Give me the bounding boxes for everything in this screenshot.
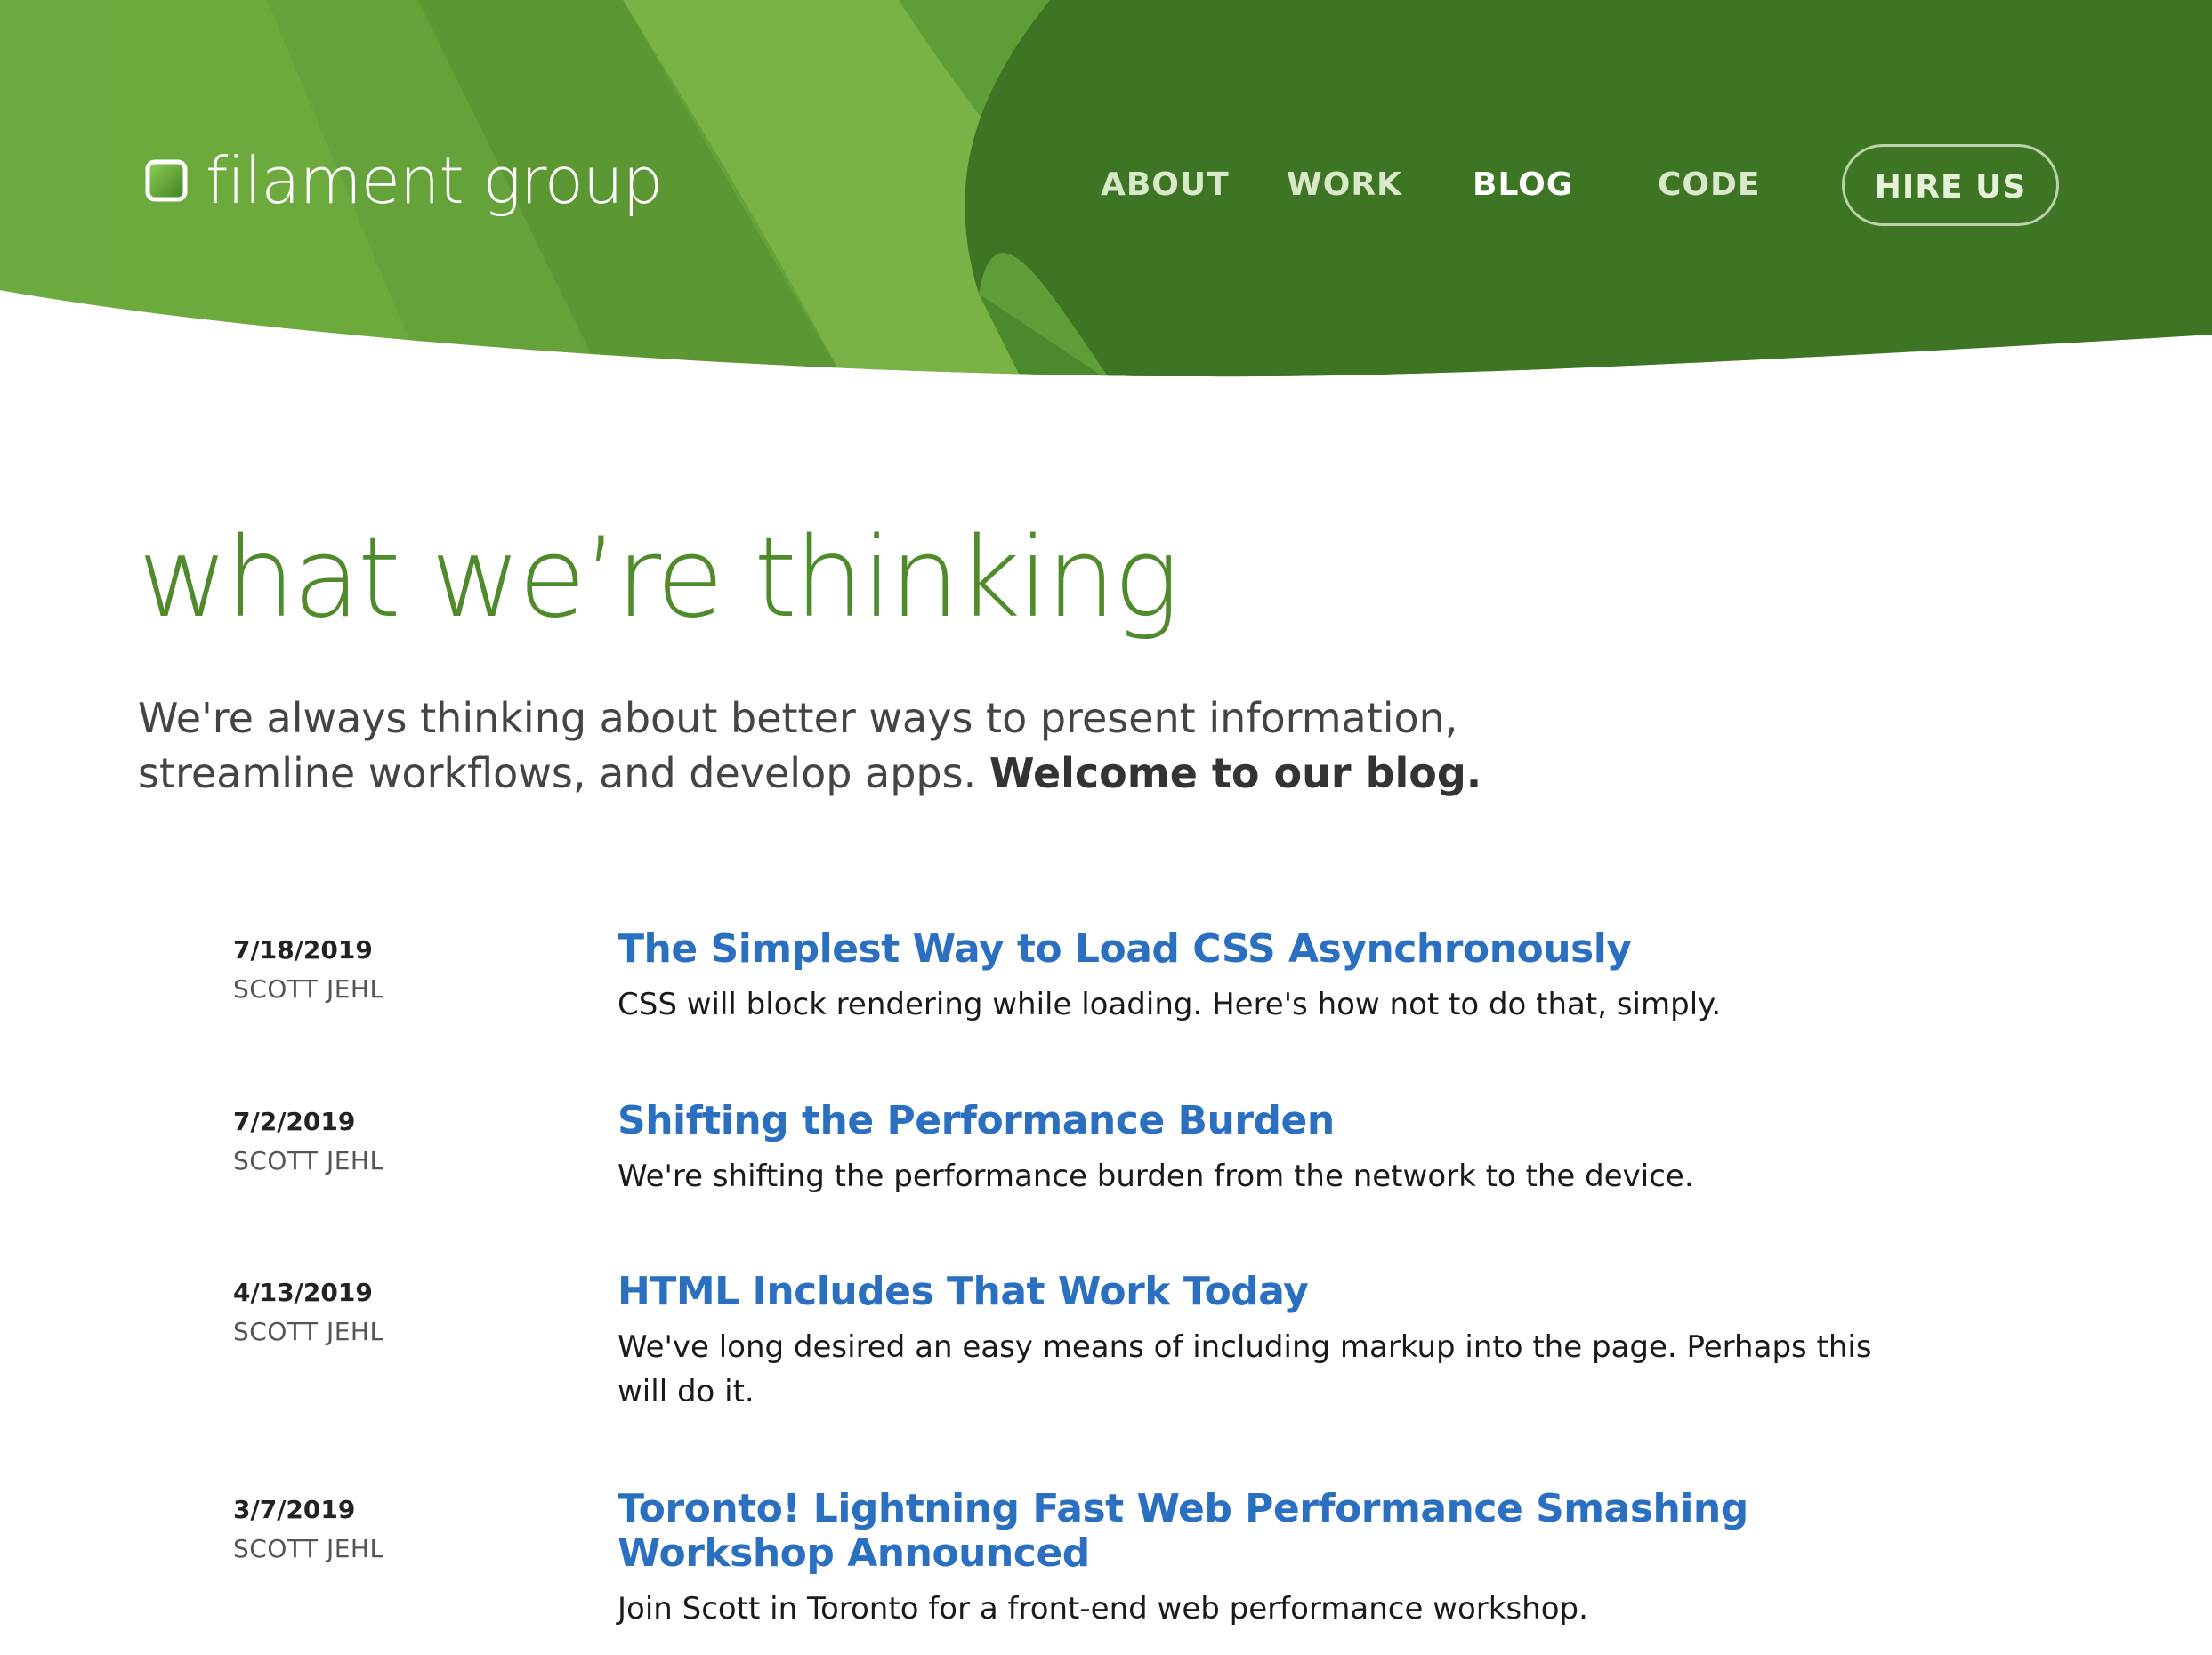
nav-item-code[interactable]: CODE	[1658, 144, 1761, 226]
hire-us-button[interactable]: HIRE US	[1842, 144, 2059, 226]
post-date: 4/13/2019	[233, 1278, 373, 1307]
intro-paragraph: We're always thinking about better ways …	[138, 690, 1651, 801]
post-meta: 4/13/2019 SCOTT JEHL	[233, 1275, 589, 1353]
post-author: SCOTT JEHL	[233, 974, 384, 1004]
nav-item-about[interactable]: ABOUT	[1101, 144, 1230, 226]
post-excerpt: CSS will block rendering while loading. …	[618, 987, 1722, 1022]
nav-item-work[interactable]: WORK	[1287, 144, 1402, 226]
post-excerpt: We're shifting the performance burden fr…	[618, 1158, 1694, 1194]
nav-item-blog[interactable]: BLOG	[1473, 144, 1573, 226]
post-date: 7/18/2019	[233, 935, 373, 965]
post-date: 3/7/2019	[233, 1495, 356, 1524]
post-author: SCOTT JEHL	[233, 1534, 384, 1563]
post-title-link[interactable]: HTML Includes That Work Today	[618, 1270, 1899, 1314]
post-body: The Simplest Way to Load CSS Asynchronou…	[618, 927, 1899, 1027]
page-title: what we’re thinking	[138, 514, 1180, 642]
post-author: SCOTT JEHL	[233, 1317, 384, 1346]
site-header: filament group ABOUT WORK BLOG CODE HIRE…	[0, 0, 2212, 383]
logo-icon	[145, 159, 188, 202]
post-excerpt: We've long desired an easy means of incl…	[618, 1329, 1872, 1409]
post-meta: 7/18/2019 SCOTT JEHL	[233, 932, 589, 1011]
post-body: HTML Includes That Work Today We've long…	[618, 1270, 1899, 1414]
logo-link[interactable]: filament group	[145, 142, 663, 219]
post-meta: 3/7/2019 SCOTT JEHL	[233, 1492, 589, 1570]
post-body: Toronto! Lightning Fast Web Performance …	[618, 1487, 1899, 1631]
post-title-link[interactable]: Shifting the Performance Burden	[618, 1099, 1899, 1143]
post-date: 7/2/2019	[233, 1107, 356, 1136]
post-author: SCOTT JEHL	[233, 1146, 384, 1175]
post-meta: 7/2/2019 SCOTT JEHL	[233, 1104, 589, 1183]
intro-bold-text: Welcome to our blog.	[989, 749, 1482, 797]
post-body: Shifting the Performance Burden We're sh…	[618, 1099, 1899, 1199]
post-excerpt: Join Scott in Toronto for a front-end we…	[618, 1591, 1588, 1627]
logo-text: filament group	[206, 143, 663, 218]
post-title-link[interactable]: The Simplest Way to Load CSS Asynchronou…	[618, 927, 1899, 972]
post-title-link[interactable]: Toronto! Lightning Fast Web Performance …	[618, 1487, 1899, 1576]
